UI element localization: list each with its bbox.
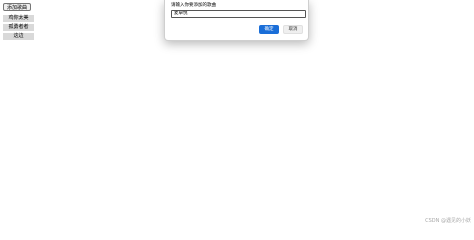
dialog-text-input[interactable] [171,10,306,18]
ok-button[interactable]: 确定 [259,25,279,34]
cancel-button[interactable]: 取消 [283,25,303,34]
watermark: CSDN @遇见的小妖 [425,218,471,224]
song-list: 鸡你太美 孤勇者者 这边 [3,15,34,42]
dialog-button-row: 确定 取消 [259,25,303,34]
list-item[interactable]: 这边 [3,33,34,40]
prompt-dialog: 请输入你要添加的歌曲 确定 取消 [164,0,309,41]
add-song-button[interactable]: 添加歌曲 [3,3,32,11]
list-item[interactable]: 孤勇者者 [3,24,34,31]
dialog-message: 请输入你要添加的歌曲 [171,3,216,8]
list-item[interactable]: 鸡你太美 [3,15,34,22]
